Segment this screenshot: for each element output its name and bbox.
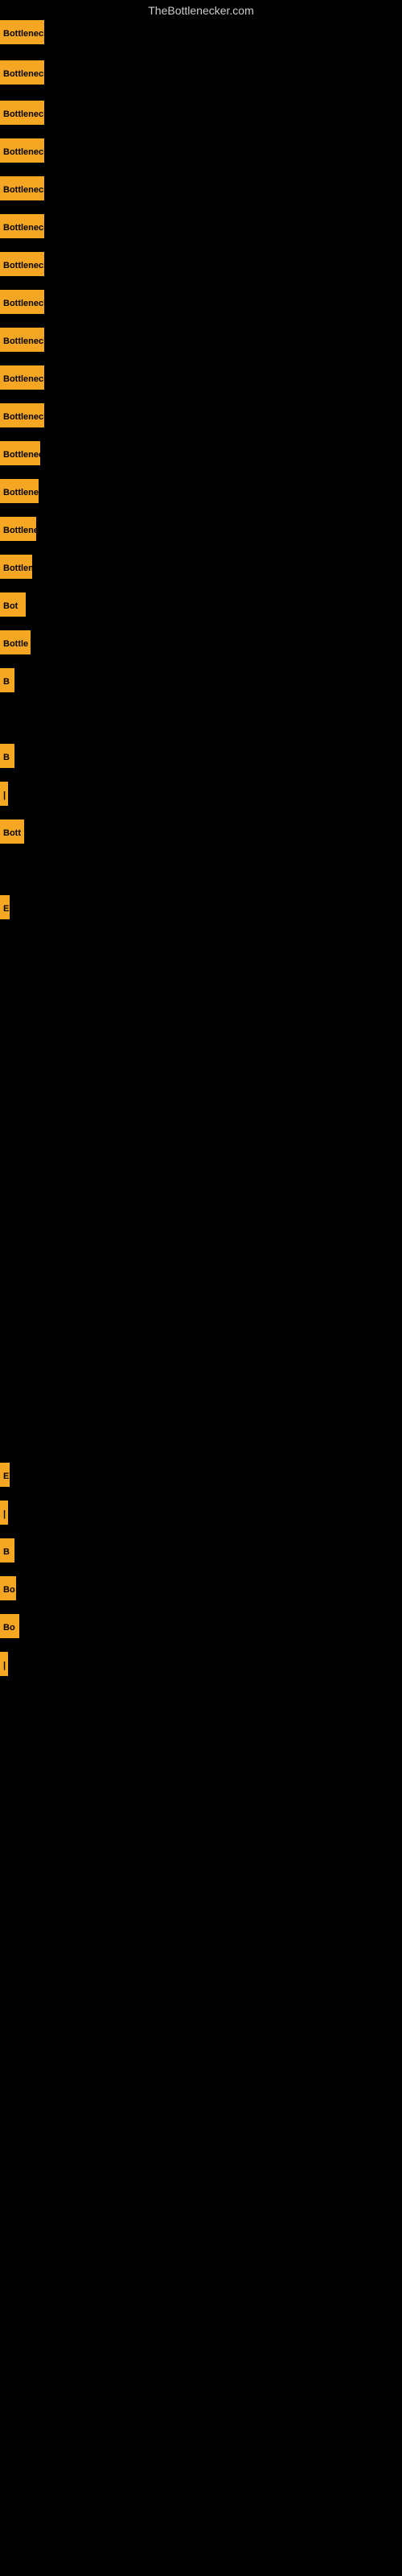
site-title: TheBottlenecker.com — [0, 0, 402, 21]
bar-item: Bottleneck result — [0, 328, 44, 352]
bar-item: B — [0, 1538, 14, 1563]
bar-item: | — [0, 1652, 8, 1676]
bar-label: Bot — [0, 592, 26, 617]
bar-item: Bottleneck re — [0, 479, 39, 503]
bar-label: Bottleneck result — [0, 252, 44, 276]
bar-item: Bottleneck re — [0, 441, 40, 465]
bar-item: Bottleneck result — [0, 20, 44, 44]
bar-label: Bott — [0, 819, 24, 844]
bar-label: Bottleneck re — [0, 479, 39, 503]
bar-label: Bottleneck result — [0, 403, 44, 427]
bar-label: Bo — [0, 1576, 16, 1600]
bar-label: E — [0, 895, 10, 919]
bar-label: Bottleneck result — [0, 60, 44, 85]
bar-label: B — [0, 744, 14, 768]
bar-label: Bottleneck result — [0, 138, 44, 163]
bar-label: Bottleneck result — [0, 365, 44, 390]
bar-label: Bottleneck result — [0, 176, 44, 200]
bar-item: Bottleneck result — [0, 252, 44, 276]
bar-label: | — [0, 782, 8, 806]
bar-label: Bottleneck result — [0, 20, 44, 44]
bar-item: Bottle — [0, 630, 31, 654]
bar-label: Bottleneck r — [0, 517, 36, 541]
bar-label: B — [0, 668, 14, 692]
bar-item: Bottleneck result — [0, 60, 44, 85]
bar-item: Bot — [0, 592, 26, 617]
bar-item: Bo — [0, 1576, 16, 1600]
bar-item: Bottleneck result — [0, 101, 44, 125]
bar-item: Bottleneck result — [0, 214, 44, 238]
bar-item: Bott — [0, 819, 24, 844]
bar-item: Bottleneck result — [0, 176, 44, 200]
bar-label: E — [0, 1463, 10, 1487]
bar-item: Bottleneck result — [0, 290, 44, 314]
bar-label: Bottleneck result — [0, 290, 44, 314]
bar-item: Bottleneck result — [0, 365, 44, 390]
bar-label: Bottleneck result — [0, 101, 44, 125]
bar-item: E — [0, 1463, 10, 1487]
bar-label: | — [0, 1652, 8, 1676]
bar-label: Bottle — [0, 630, 31, 654]
bar-label: Bottlene — [0, 555, 32, 579]
bar-label: | — [0, 1501, 8, 1525]
bar-item: B — [0, 744, 14, 768]
bar-item: Bottleneck result — [0, 138, 44, 163]
bar-label: B — [0, 1538, 14, 1563]
bar-item: Bo — [0, 1614, 19, 1638]
bar-label: Bo — [0, 1614, 19, 1638]
bar-item: | — [0, 782, 8, 806]
bar-item: | — [0, 1501, 8, 1525]
bar-item: Bottlene — [0, 555, 32, 579]
bar-item: Bottleneck r — [0, 517, 36, 541]
bar-item: E — [0, 895, 10, 919]
bar-label: Bottleneck re — [0, 441, 40, 465]
bar-label: Bottleneck result — [0, 328, 44, 352]
bar-item: B — [0, 668, 14, 692]
bar-label: Bottleneck result — [0, 214, 44, 238]
bar-item: Bottleneck result — [0, 403, 44, 427]
